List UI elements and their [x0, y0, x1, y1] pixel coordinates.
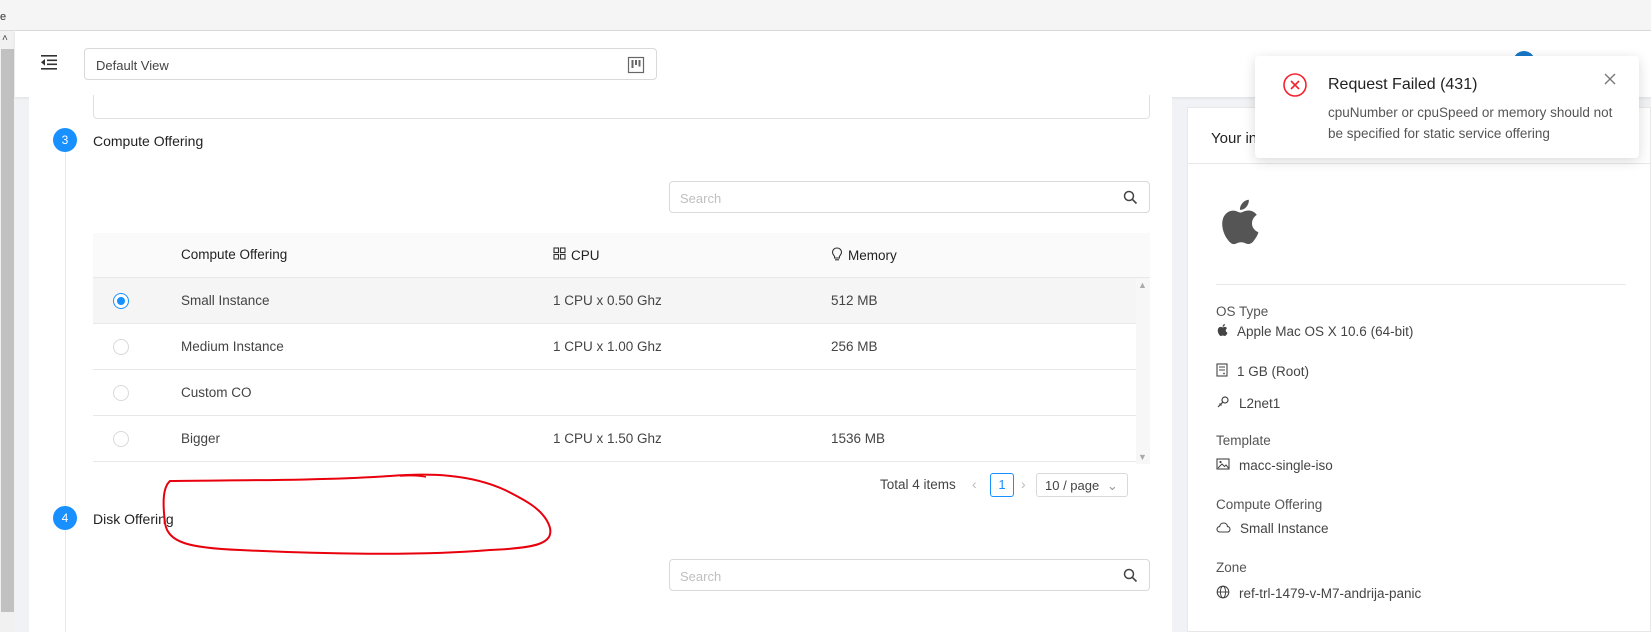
compute-search[interactable]: [669, 181, 1150, 213]
chevron-down-icon: ⌄: [1106, 478, 1118, 493]
notification-message: cpuNumber or cpuSpeed or memory should n…: [1328, 105, 1613, 141]
api-link-icon: [1216, 395, 1230, 412]
step-3-title: Compute Offering: [93, 133, 204, 149]
cut-off-glyph: e: [0, 11, 7, 23]
template-row: macc-single-iso: [1216, 458, 1333, 473]
page-size-select[interactable]: 10 / page ⌄: [1036, 473, 1128, 497]
offering-name: Bigger: [181, 431, 221, 446]
offering-memory: 256 MB: [831, 339, 878, 354]
offering-name: Small Instance: [181, 293, 270, 308]
step-4-badge: 4: [53, 506, 77, 530]
offering-radio[interactable]: [113, 385, 129, 401]
compute-offering-label: Compute Offering: [1216, 497, 1323, 512]
column-header-cpu[interactable]: CPU: [553, 247, 600, 263]
notification-title: Request Failed (431): [1328, 76, 1478, 93]
close-icon[interactable]: [1603, 72, 1617, 89]
menu-fold-icon[interactable]: [39, 53, 63, 75]
network-row: L2net1: [1216, 395, 1280, 412]
table-row[interactable]: Bigger 1 CPU x 1.50 Ghz 1536 MB: [93, 416, 1136, 462]
disk-search[interactable]: [669, 559, 1150, 591]
compute-offering-row: Small Instance: [1216, 521, 1329, 536]
scroll-down-icon[interactable]: ▼: [1138, 452, 1147, 462]
offering-memory: 1536 MB: [831, 431, 886, 446]
cloud-icon: [1216, 521, 1231, 536]
chevron-left-icon[interactable]: ‹: [972, 476, 977, 492]
appstore-icon: [553, 247, 566, 263]
template-value: macc-single-iso: [1239, 458, 1333, 473]
offering-radio[interactable]: [113, 293, 129, 309]
error-notification: Request Failed (431) cpuNumber or cpuSpe…: [1255, 56, 1639, 158]
network-value: L2net1: [1239, 396, 1281, 411]
offering-radio[interactable]: [113, 339, 129, 355]
hdd-icon: [1216, 363, 1228, 380]
os-type-label: OS Type: [1216, 304, 1269, 319]
apple-icon: [1216, 323, 1228, 340]
red-hand-drawn-annotation: [162, 473, 552, 555]
table-row[interactable]: Medium Instance 1 CPU x 1.00 Ghz 256 MB: [93, 324, 1136, 370]
template-label: Template: [1216, 433, 1271, 448]
compute-search-input[interactable]: [680, 189, 1100, 207]
instance-summary-panel: Your in OS Type Apple Mac OS X 10.6 (64-…: [1187, 107, 1651, 632]
table-scrollbar[interactable]: ▲ ▼: [1136, 278, 1150, 464]
summary-divider: [1216, 284, 1626, 285]
previous-section-box: [93, 95, 1150, 119]
offering-memory: 512 MB: [831, 293, 878, 308]
column-header-compute-offering[interactable]: Compute Offering: [181, 247, 287, 262]
view-select-value: Default View: [96, 58, 169, 73]
board-icon: [627, 56, 645, 77]
disk-search-input[interactable]: [680, 567, 1100, 585]
page-number-button[interactable]: 1: [990, 473, 1014, 497]
summary-title: Your in: [1211, 130, 1258, 147]
close-circle-icon: [1282, 72, 1308, 101]
table-header: Compute Offering CPU Memory: [93, 233, 1150, 278]
view-select[interactable]: Default View: [84, 48, 657, 80]
picture-icon: [1216, 458, 1230, 473]
offering-cpu: 1 CPU x 0.50 Ghz: [553, 293, 662, 308]
search-icon[interactable]: [1123, 190, 1138, 208]
apple-logo-icon: [1216, 196, 1260, 251]
disk-size-value: 1 GB (Root): [1237, 364, 1310, 379]
search-icon[interactable]: [1123, 568, 1138, 586]
disk-size-row: 1 GB (Root): [1216, 363, 1309, 380]
browser-top-strip: e: [0, 0, 1651, 31]
pagination-total: Total 4 items: [880, 477, 956, 492]
zone-label: Zone: [1216, 560, 1247, 575]
scrollbar-thumb[interactable]: [1, 49, 14, 612]
chevron-right-icon[interactable]: ›: [1021, 476, 1026, 492]
offering-name: Custom CO: [181, 385, 252, 400]
page-size-value: 10 / page: [1045, 478, 1100, 493]
offering-name: Medium Instance: [181, 339, 284, 354]
os-type-value: Apple Mac OS X 10.6 (64-bit): [1237, 324, 1414, 339]
compute-offering-table: Compute Offering CPU Memory Small Instan…: [93, 233, 1150, 464]
bulb-icon: [831, 247, 843, 264]
table-row[interactable]: Custom CO: [93, 370, 1136, 416]
os-type-value-row: Apple Mac OS X 10.6 (64-bit): [1216, 323, 1413, 340]
scroll-up-icon[interactable]: ˄: [2, 33, 8, 44]
step-3-badge: 3: [53, 128, 77, 152]
column-header-memory[interactable]: Memory: [831, 247, 897, 264]
offering-cpu: 1 CPU x 1.00 Ghz: [553, 339, 662, 354]
zone-row: ref-trl-1479-v-M7-andrija-panic: [1216, 585, 1421, 602]
steps-line: [65, 141, 66, 632]
scroll-up-icon[interactable]: ▲: [1138, 280, 1147, 290]
zone-value: ref-trl-1479-v-M7-andrija-panic: [1239, 586, 1422, 601]
global-icon: [1216, 585, 1230, 602]
compute-offering-value: Small Instance: [1240, 521, 1329, 536]
table-body: Small Instance 1 CPU x 0.50 Ghz 512 MB M…: [93, 278, 1150, 464]
offering-radio[interactable]: [113, 431, 129, 447]
offering-cpu: 1 CPU x 1.50 Ghz: [553, 431, 662, 446]
page-scrollbar[interactable]: ˄: [0, 31, 15, 632]
table-row[interactable]: Small Instance 1 CPU x 0.50 Ghz 512 MB: [93, 278, 1136, 324]
